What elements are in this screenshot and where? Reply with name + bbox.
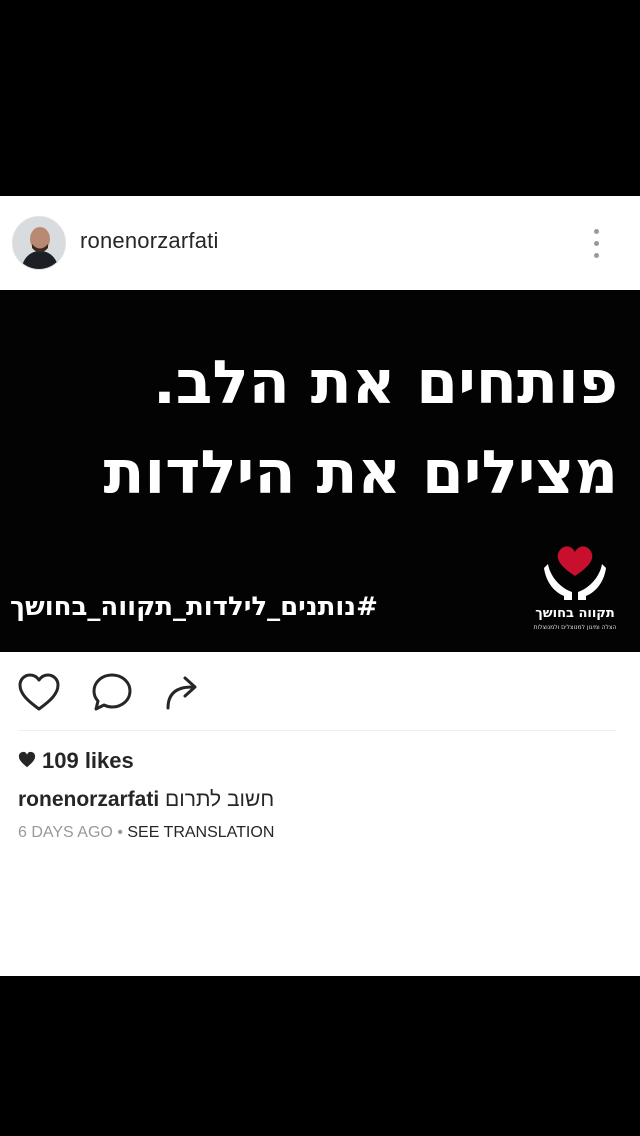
username[interactable]: ronenorzarfati <box>80 228 219 254</box>
avatar[interactable] <box>12 216 66 270</box>
profile-photo-icon <box>13 217 65 269</box>
comment-button[interactable] <box>88 668 138 718</box>
caption-username[interactable]: ronenorzarfati <box>18 788 159 811</box>
more-options-icon[interactable] <box>586 226 606 262</box>
timestamp: 6 DAYS AGO <box>18 824 113 841</box>
heart-in-hands-icon <box>544 546 606 600</box>
caption: ronenorzarfati חשוב לתרום <box>18 788 274 812</box>
share-arrow-icon <box>166 676 197 710</box>
like-button[interactable] <box>14 668 64 718</box>
see-translation-link[interactable]: SEE TRANSLATION <box>127 824 274 841</box>
post-header: ronenorzarfati <box>0 196 640 290</box>
logo-title: תקווה בחושך <box>535 606 615 621</box>
image-headline-line1: פותחים את הלב. <box>152 348 618 418</box>
image-hashtag: #נותנים_לילדות_תקווה_בחושך <box>10 592 378 622</box>
divider <box>18 730 616 731</box>
image-headline-line2: מצילים את הילדות <box>103 438 618 508</box>
post-card: ronenorzarfati פותחים את הלב. מצילים את … <box>0 196 640 976</box>
share-button[interactable] <box>158 668 208 718</box>
post-image[interactable]: פותחים את הלב. מצילים את הילדות #נותנים_… <box>0 290 640 652</box>
logo-subtitle: הצלה ומיגון למנוצלים ולמנוצלות <box>533 624 617 631</box>
likes-count[interactable]: 109 likes <box>18 748 134 775</box>
post-meta: 6 DAYS AGO • SEE TRANSLATION <box>18 824 274 842</box>
heart-filled-icon <box>18 749 36 775</box>
caption-text: חשוב לתרום <box>165 788 275 811</box>
comment-bubble-icon <box>92 673 132 711</box>
likes-text: 109 likes <box>42 748 134 773</box>
organization-logo: תקווה בחושך הצלה ומיגון למנוצלים ולמנוצל… <box>530 542 620 642</box>
post-actions <box>0 668 640 724</box>
meta-separator: • <box>117 824 123 841</box>
heart-outline-icon <box>18 673 60 711</box>
